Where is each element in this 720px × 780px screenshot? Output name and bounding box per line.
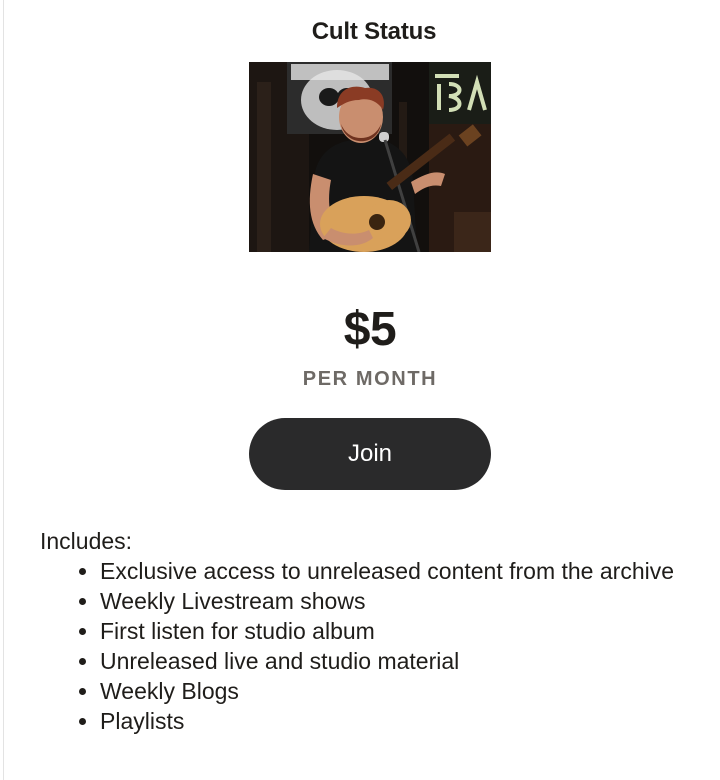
- tier-title: Cult Status: [311, 18, 437, 45]
- tier-image: [249, 62, 491, 252]
- tier-price: $5: [343, 303, 397, 356]
- benefit-item: Weekly Blogs: [100, 676, 680, 706]
- performer-photo: [249, 62, 491, 252]
- benefit-item: Unreleased live and studio material: [100, 646, 680, 676]
- billing-period: PER MONTH: [302, 368, 438, 390]
- membership-tier-card: Cult Status $5 PER MONTH Join Includes: …: [4, 0, 720, 780]
- benefits-heading: Includes:: [40, 528, 133, 554]
- benefits-list: Exclusive access to unreleased content f…: [40, 556, 680, 736]
- benefit-item: First listen for studio album: [100, 616, 680, 646]
- benefits-section: Includes: Exclusive access to unreleased…: [40, 526, 680, 736]
- benefit-item: Weekly Livestream shows: [100, 586, 680, 616]
- join-button[interactable]: Join: [249, 418, 491, 490]
- benefit-item: Exclusive access to unreleased content f…: [100, 556, 680, 586]
- benefit-item: Playlists: [100, 706, 680, 736]
